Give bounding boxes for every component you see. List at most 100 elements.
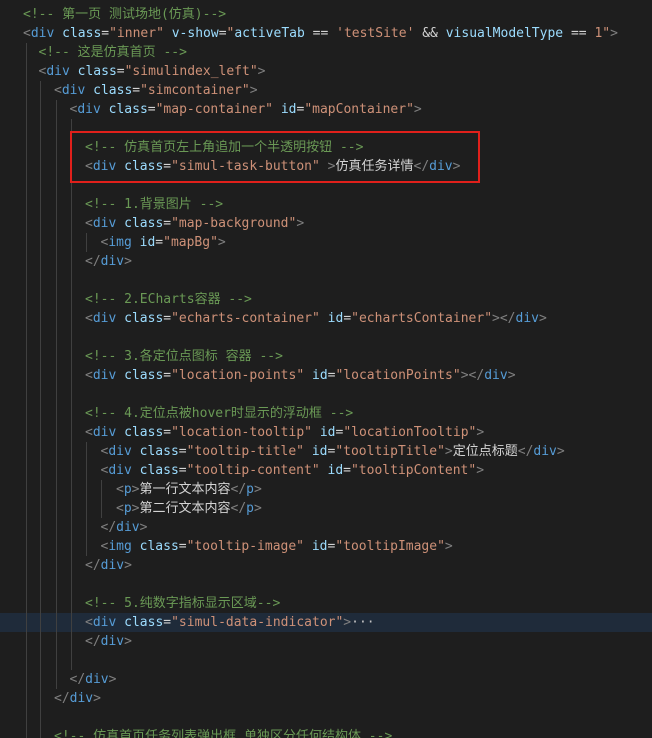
- code-text: <div class="simul-data-indicator">···: [85, 613, 375, 632]
- code-token: "tooltip-image": [186, 539, 305, 554]
- code-line[interactable]: </div>: [0, 632, 652, 651]
- code-token: <: [85, 425, 93, 440]
- code-line[interactable]: <!-- 5.纯数字指标显示区域-->: [0, 594, 652, 613]
- code-token: visualModelType: [445, 26, 564, 41]
- code-text: </div>: [85, 252, 132, 271]
- code-token: </: [54, 691, 70, 706]
- code-token: img: [108, 235, 132, 250]
- code-line[interactable]: <img class="tooltip-image" id="tooltipIm…: [0, 537, 652, 556]
- code-token: class: [124, 311, 164, 326]
- indent-guide: [101, 480, 102, 499]
- code-token: "echarts-container": [171, 311, 320, 326]
- code-token: div: [108, 463, 132, 478]
- indent-guide: [40, 461, 41, 480]
- code-line[interactable]: <div class="simulindex_left">: [0, 62, 652, 81]
- code-token: "locationPoints": [335, 368, 461, 383]
- indent-guide: [26, 594, 27, 613]
- indent-guide: [71, 328, 72, 347]
- code-text: </div>: [85, 556, 132, 575]
- code-token: class: [139, 463, 179, 478]
- indent-guide: [86, 480, 87, 499]
- indent-guide: [71, 518, 72, 537]
- code-line[interactable]: </div>: [0, 556, 652, 575]
- code-line[interactable]: [0, 708, 652, 727]
- code-token: div: [100, 634, 125, 649]
- code-line[interactable]: <p>第一行文本内容</p>: [0, 480, 652, 499]
- indent-guide: [101, 499, 102, 518]
- code-line[interactable]: [0, 119, 652, 138]
- code-line[interactable]: <div class="simul-data-indicator">···: [0, 613, 652, 632]
- code-line[interactable]: </div>: [0, 670, 652, 689]
- indent-guide: [71, 347, 72, 366]
- indent-guide: [56, 271, 57, 290]
- code-line[interactable]: <img id="mapBg">: [0, 233, 652, 252]
- code-line[interactable]: <div class="echarts-container" id="echar…: [0, 309, 652, 328]
- code-line[interactable]: <div class="map-container" id="mapContai…: [0, 100, 652, 119]
- code-line[interactable]: <!-- 仿真首页左上角追加一个半透明按钮 -->: [0, 138, 652, 157]
- code-token: &&: [414, 26, 446, 41]
- indent-guide: [40, 442, 41, 461]
- indent-guide: [40, 309, 41, 328]
- code-token: =: [101, 26, 110, 41]
- indent-guide: [71, 290, 72, 309]
- code-editor[interactable]: <!-- 第一页 测试场地(仿真)--> <div class="inner" v…: [0, 0, 652, 738]
- code-token: >: [249, 83, 258, 98]
- code-line[interactable]: [0, 575, 652, 594]
- indent-guide: [71, 176, 72, 195]
- indent-guide: [26, 252, 27, 271]
- indent-guide: [26, 366, 27, 385]
- code-line[interactable]: <!-- 3.各定位点图标 容器 -->: [0, 347, 652, 366]
- code-line[interactable]: <!-- 4.定位点被hover时显示的浮动框 -->: [0, 404, 652, 423]
- code-line[interactable]: <div class="inner" v-show="activeTab == …: [0, 24, 652, 43]
- code-line[interactable]: <div class="location-tooltip" id="locati…: [0, 423, 652, 442]
- code-token: div: [92, 311, 117, 326]
- indent-guide: [56, 119, 57, 138]
- code-line[interactable]: <p>第二行文本内容</p>: [0, 499, 652, 518]
- code-line[interactable]: <div class="tooltip-content" id="tooltip…: [0, 461, 652, 480]
- code-line[interactable]: </div>: [0, 689, 652, 708]
- code-line[interactable]: </div>: [0, 518, 652, 537]
- indent-guide: [71, 461, 72, 480]
- code-line[interactable]: <!-- 仿真首页任务列表弹出框 单独区分任何结构体 -->: [0, 727, 652, 738]
- code-token: <: [85, 159, 93, 174]
- code-line[interactable]: <div class="map-background">: [0, 214, 652, 233]
- code-token: "echartsContainer": [351, 311, 493, 326]
- indent-guide: [40, 670, 41, 689]
- indent-guide: [26, 271, 27, 290]
- indent-guide: [26, 119, 27, 138]
- code-line[interactable]: <!-- 这是仿真首页 -->: [0, 43, 652, 62]
- indent-guide: [71, 404, 72, 423]
- indent-guide: [56, 594, 57, 613]
- code-token: 'testSite': [336, 26, 415, 41]
- code-token: 第一行文本内容: [139, 482, 231, 497]
- code-line[interactable]: <div class="tooltip-title" id="tooltipTi…: [0, 442, 652, 461]
- code-token: "location-points": [171, 368, 305, 383]
- code-line[interactable]: [0, 328, 652, 347]
- code-line[interactable]: [0, 385, 652, 404]
- code-line[interactable]: <div class="simul-task-button" >仿真任务详情</…: [0, 157, 652, 176]
- fold-ellipsis-icon[interactable]: ···: [351, 615, 374, 630]
- code-token: <: [85, 311, 93, 326]
- code-token: =: [343, 311, 352, 326]
- code-line[interactable]: <div class="location-points" id="locatio…: [0, 366, 652, 385]
- code-line[interactable]: <!-- 2.ECharts容器 -->: [0, 290, 652, 309]
- code-line[interactable]: <!-- 第一页 测试场地(仿真)-->: [0, 5, 652, 24]
- indent-guide: [71, 423, 72, 442]
- code-line[interactable]: [0, 176, 652, 195]
- code-line[interactable]: </div>: [0, 252, 652, 271]
- indent-guide: [26, 347, 27, 366]
- code-line[interactable]: <div class="simcontainer">: [0, 81, 652, 100]
- code-text: </div>: [85, 632, 132, 651]
- code-line[interactable]: [0, 651, 652, 670]
- code-token: >: [444, 539, 453, 554]
- code-token: <: [85, 216, 93, 231]
- code-token: >: [93, 691, 101, 706]
- code-line[interactable]: <!-- 1.背景图片 -->: [0, 195, 652, 214]
- code-line[interactable]: [0, 271, 652, 290]
